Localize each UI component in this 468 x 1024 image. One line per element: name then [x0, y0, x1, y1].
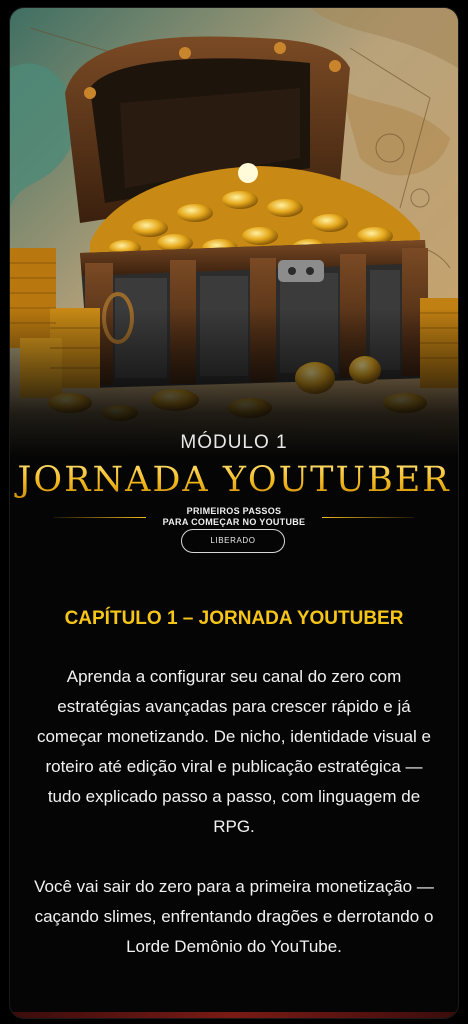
module-cover: MÓDULO 1 JORNADA YOUTUBER PRIMEIROS PASS…	[10, 8, 458, 578]
module-subtitle: PRIMEIROS PASSOS PARA COMEÇAR NO YOUTUBE	[54, 506, 414, 530]
subtitle-text: PRIMEIROS PASSOS PARA COMEÇAR NO YOUTUBE	[146, 506, 322, 528]
module-card[interactable]: MÓDULO 1 JORNADA YOUTUBER PRIMEIROS PASS…	[10, 8, 458, 1018]
status-badge: LIBERADO	[181, 529, 285, 553]
course-title: JORNADA YOUTUBER	[10, 460, 458, 500]
module-number: MÓDULO 1	[180, 432, 288, 453]
divider-line-right	[322, 517, 414, 518]
chapter-title: CAPÍTULO 1 – JORNADA YOUTUBER	[64, 608, 404, 629]
subtitle-line-1: PRIMEIROS PASSOS	[186, 506, 282, 516]
chapter-description-2: Você vai sair do zero para a primeira mo…	[34, 877, 434, 956]
divider-line-left	[54, 517, 146, 518]
subtitle-line-2: PARA COMEÇAR NO YOUTUBE	[162, 517, 306, 527]
chapter-description: Aprenda a configurar seu canal do zero c…	[36, 667, 432, 836]
